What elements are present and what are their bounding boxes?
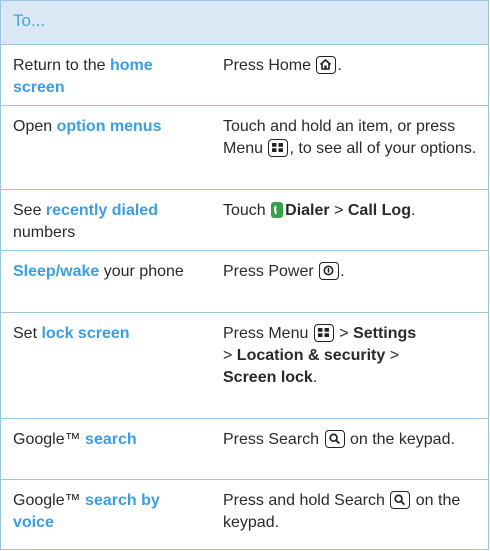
- search-key-icon: [324, 430, 345, 448]
- task-highlight: Sleep/wake: [13, 263, 100, 280]
- table-row: Set lock screen Press Menu > Settings > …: [1, 313, 488, 419]
- table-row: Sleep/wake your phone Press Power .: [1, 251, 488, 313]
- menu-key-icon: [313, 324, 334, 342]
- menu-key-icon: [268, 139, 289, 157]
- task-cell: Open option menus: [13, 116, 203, 138]
- screen-lock-label: Screen lock: [223, 369, 313, 386]
- task-cell: Return to the home screen: [13, 55, 203, 99]
- task-highlight: search: [85, 431, 137, 448]
- power-key-icon: [319, 262, 340, 280]
- header-label: To...: [13, 11, 46, 30]
- instruction-text: Press Search: [223, 431, 320, 448]
- table-row: See recently dialed numbers Touch Dialer…: [1, 190, 488, 251]
- table-row: Google™ search Press Search on the keypa…: [1, 419, 488, 480]
- instruction-cell: Press Menu > Settings > Location & secur…: [223, 323, 481, 389]
- task-text: Return to the: [13, 57, 110, 74]
- task-text: Google™: [13, 431, 86, 448]
- instruction-text-end: on the keypad.: [345, 431, 455, 448]
- table-row: Google™ search by voice Press and hold S…: [1, 480, 488, 549]
- path-separator: >: [329, 202, 348, 219]
- quick-start-table: To... Return to the home screen Press Ho…: [0, 0, 489, 550]
- task-cell: Google™ search: [13, 429, 203, 451]
- task-highlight: option menus: [56, 118, 162, 135]
- instruction-text: Press Menu: [223, 325, 309, 342]
- home-key-icon: [316, 56, 337, 74]
- instruction-cell: Touch and hold an item, or press Menu , …: [223, 116, 481, 160]
- instruction-cell: Touch Dialer > Call Log.: [223, 200, 481, 222]
- instruction-text-end: .: [410, 202, 416, 219]
- search-key-icon: [390, 491, 411, 509]
- task-highlight: lock screen: [41, 325, 130, 342]
- table-row: Return to the home screen Press Home .: [1, 45, 488, 106]
- dialer-app-icon: [271, 202, 284, 218]
- instruction-text-end: , to see all of your options.: [289, 140, 477, 157]
- path-separator: >: [223, 347, 237, 364]
- instruction-cell: Press Power .: [223, 261, 481, 283]
- task-text: Google™: [13, 492, 86, 509]
- call-log-label: Call Log: [347, 202, 411, 219]
- task-text-end: numbers: [13, 224, 76, 241]
- table-row: Open option menus Touch and hold an item…: [1, 106, 488, 190]
- instruction-cell: Press Home .: [223, 55, 481, 77]
- instruction-cell: Press Search on the keypad.: [223, 429, 481, 451]
- task-cell: Google™ search by voice: [13, 490, 203, 534]
- task-cell: See recently dialed numbers: [13, 200, 203, 244]
- instruction-cell: Press and hold Search on the keypad.: [223, 490, 481, 534]
- path-separator: >: [385, 347, 400, 364]
- task-text-end: your phone: [99, 263, 184, 280]
- instruction-text: Press Home: [223, 57, 312, 74]
- instruction-text: Press Power: [223, 263, 314, 280]
- instruction-text: Touch: [223, 202, 266, 219]
- instruction-text-end: .: [340, 263, 345, 280]
- table-header: To...: [1, 1, 488, 45]
- task-highlight: recently dialed: [45, 202, 158, 219]
- instruction-text-end: .: [337, 57, 342, 74]
- task-text: Set: [13, 325, 42, 342]
- instruction-text-end: .: [312, 369, 318, 386]
- settings-label: Settings: [353, 325, 417, 342]
- task-cell: Sleep/wake your phone: [13, 261, 203, 283]
- task-cell: Set lock screen: [13, 323, 203, 345]
- task-text: Open: [13, 118, 57, 135]
- location-security-label: Location & security: [236, 347, 386, 364]
- dialer-label: Dialer: [285, 202, 330, 219]
- path-separator: >: [334, 325, 354, 342]
- task-text: See: [13, 202, 46, 219]
- instruction-text: Press and hold Search: [223, 492, 385, 509]
